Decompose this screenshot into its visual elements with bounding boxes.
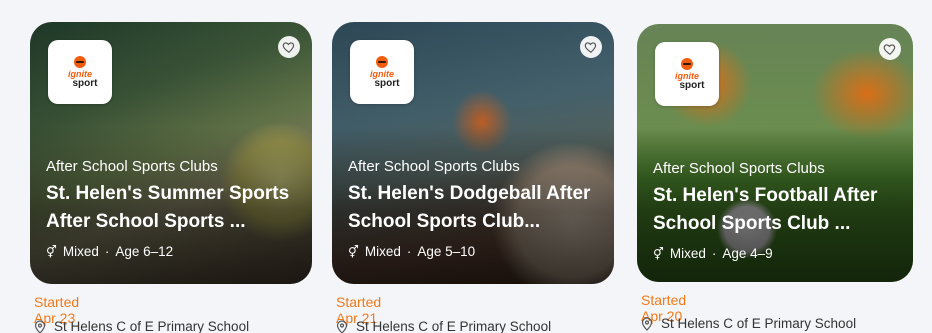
heart-outline-icon bbox=[282, 42, 295, 53]
card-location: St Helens C of E Primary School bbox=[641, 316, 856, 331]
favorite-button[interactable] bbox=[278, 36, 300, 58]
card-image[interactable]: ignite sport After School Sports Clubs S… bbox=[30, 22, 312, 284]
location-text: St Helens C of E Primary School bbox=[54, 319, 250, 333]
location-text: St Helens C of E Primary School bbox=[356, 319, 552, 333]
card-meta: ⚥ Mixed · Age 6–12 bbox=[46, 244, 173, 259]
provider-logo: ignite sport bbox=[350, 40, 414, 104]
logo-line2: sport bbox=[72, 77, 98, 89]
card-image[interactable]: ignite sport After School Sports Clubs S… bbox=[332, 22, 614, 284]
card-age: Age 6–12 bbox=[115, 244, 174, 259]
logo-ball-icon bbox=[74, 55, 86, 68]
gender-mixed-icon: ⚥ bbox=[348, 244, 359, 259]
location-pin-icon bbox=[336, 319, 348, 333]
card-title[interactable]: St. Helen's Summer Sports After School S… bbox=[46, 180, 302, 236]
card-gender: Mixed bbox=[669, 246, 706, 261]
card-age: Age 5–10 bbox=[417, 244, 476, 259]
location-pin-icon bbox=[34, 319, 46, 333]
favorite-button[interactable] bbox=[879, 38, 901, 60]
meta-separator: · bbox=[711, 246, 717, 261]
card-location: St Helens C of E Primary School bbox=[336, 319, 551, 333]
card-category: After School Sports Clubs bbox=[46, 158, 218, 175]
card-title[interactable]: St. Helen's Dodgeball After School Sport… bbox=[348, 180, 604, 236]
card-category: After School Sports Clubs bbox=[348, 158, 520, 175]
card-meta: ⚥ Mixed · Age 5–10 bbox=[348, 244, 475, 259]
card-category: After School Sports Clubs bbox=[653, 160, 825, 177]
card-gender: Mixed bbox=[62, 244, 99, 259]
logo-line2: sport bbox=[374, 77, 400, 89]
logo-ball-icon bbox=[376, 55, 388, 68]
logo-ball-icon bbox=[681, 57, 693, 70]
heart-outline-icon bbox=[883, 44, 896, 55]
card-location: St Helens C of E Primary School bbox=[34, 319, 249, 333]
location-text: St Helens C of E Primary School bbox=[661, 316, 857, 331]
card-gender: Mixed bbox=[364, 244, 401, 259]
logo-line2: sport bbox=[679, 79, 705, 91]
activity-card-list: ignite sport After School Sports Clubs S… bbox=[0, 0, 932, 333]
provider-logo: ignite sport bbox=[48, 40, 112, 104]
gender-mixed-icon: ⚥ bbox=[653, 246, 664, 261]
card-age: Age 4–9 bbox=[722, 246, 773, 261]
favorite-button[interactable] bbox=[580, 36, 602, 58]
card-meta: ⚥ Mixed · Age 4–9 bbox=[653, 246, 773, 261]
meta-separator: · bbox=[104, 244, 110, 259]
heart-outline-icon bbox=[584, 42, 597, 53]
card-title[interactable]: St. Helen's Football After School Sports… bbox=[653, 182, 909, 238]
provider-logo: ignite sport bbox=[655, 42, 719, 106]
card-image[interactable]: ignite sport After School Sports Clubs S… bbox=[637, 24, 913, 282]
location-pin-icon bbox=[641, 316, 653, 331]
gender-mixed-icon: ⚥ bbox=[46, 244, 57, 259]
meta-separator: · bbox=[406, 244, 412, 259]
